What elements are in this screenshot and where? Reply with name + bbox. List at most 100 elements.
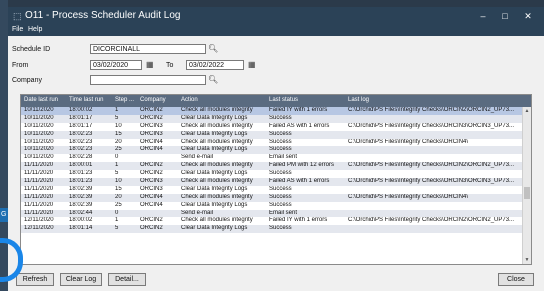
- column-header-time[interactable]: Time last run: [69, 97, 103, 103]
- table-row[interactable]: 10/11/2020 18:00:02 1 ORCIN2 Check all modul…: [21, 107, 531, 115]
- menu-help[interactable]: Help: [28, 26, 42, 33]
- table-cell: 18:00:01: [69, 162, 93, 169]
- table-cell: 25: [115, 146, 122, 153]
- table-cell: 18:02:28: [69, 154, 93, 161]
- column-header-company[interactable]: Company: [140, 97, 166, 103]
- column-header-log[interactable]: Last log: [348, 97, 369, 103]
- table-row[interactable]: 12/11/2020 18:01:14 5 ORCIN2 Clear Data Inte…: [21, 225, 531, 234]
- close-window-button[interactable]: ✕: [519, 9, 537, 23]
- table-cell: C:\Orchid\PS Files\Integrity Checks\ORCI…: [348, 138, 469, 145]
- table-row[interactable]: 11/11/2020 18:02:39 15 ORCIN3 Clear Data Int…: [21, 186, 531, 194]
- table-cell: 5: [115, 114, 119, 121]
- scroll-down-icon[interactable]: ▼: [523, 256, 531, 264]
- table-row[interactable]: 10/11/2020 18:02:23 15 ORCIN3 Clear Data Int…: [21, 130, 531, 139]
- search-icon[interactable]: 🔍︎: [208, 44, 218, 54]
- from-date-field[interactable]: 03/02/2020: [90, 60, 142, 70]
- table-cell: Clear Data Integrity Logs: [181, 225, 248, 232]
- table-cell: 18:02:23: [69, 138, 93, 145]
- table-row[interactable]: 10/11/2020 18:02:23 25 ORCIN4 Clear Data Int…: [21, 146, 531, 155]
- table-cell: 15: [115, 185, 122, 192]
- table-cell: 11/11/2020: [24, 209, 54, 216]
- schedule-id-label: Schedule ID: [12, 46, 51, 53]
- schedule-id-field[interactable]: DICORCINALL: [90, 44, 206, 54]
- minimize-button[interactable]: –: [474, 9, 492, 23]
- table-cell: Failed PM with 12 errors: [269, 162, 335, 169]
- to-date-field[interactable]: 03/02/2022: [186, 60, 244, 70]
- table-row[interactable]: 12/11/2020 18:00:02 1 ORCIN2 Check all modul…: [21, 217, 531, 225]
- scroll-up-icon[interactable]: ▲: [523, 107, 531, 115]
- table-cell: 11/11/2020: [24, 162, 54, 169]
- table-cell: 18:02:39: [69, 193, 93, 200]
- table-cell: Failed IY with 1 errors: [269, 107, 328, 113]
- background-selected-item: G: [0, 208, 8, 222]
- from-label: From: [12, 62, 29, 69]
- table-row[interactable]: 11/11/2020 18:00:01 1 ORCIN2 Check all modul…: [21, 162, 531, 171]
- title-bar: ⬚ O11 - Process Scheduler Audit Log – □ …: [8, 7, 544, 25]
- table-row[interactable]: 11/11/2020 18:01:23 5 ORCIN2 Clear Data Inte…: [21, 170, 531, 178]
- table-cell: Check all modules integrity: [181, 178, 253, 185]
- table-row[interactable]: 11/11/2020 18:02:44 0 Send e-mail Email sent: [21, 209, 531, 218]
- calendar-icon[interactable]: ▦: [248, 60, 256, 70]
- table-cell: 12/11/2020: [24, 217, 54, 224]
- table-cell: 11/11/2020: [24, 185, 54, 192]
- column-header-date[interactable]: Date last run: [24, 97, 58, 103]
- company-label: Company: [12, 77, 42, 84]
- column-header-step[interactable]: Step ...: [115, 97, 134, 103]
- table-cell: 10/11/2020: [24, 107, 54, 113]
- vertical-scrollbar[interactable]: ▲ ▼: [522, 107, 531, 264]
- table-cell: Check all modules integrity: [181, 162, 253, 169]
- table-row[interactable]: 11/11/2020 18:02:39 25 ORCIN4 Clear Data Int…: [21, 202, 531, 210]
- table-cell: ORCIN2: [140, 107, 163, 113]
- scroll-thumb[interactable]: [524, 187, 530, 199]
- close-button[interactable]: Close: [498, 273, 534, 286]
- column-header-action[interactable]: Action: [181, 97, 198, 103]
- table-row[interactable]: 10/11/2020 18:02:23 20 ORCIN4 Check all modu…: [21, 139, 531, 147]
- table-cell: C:\Orchid\PS Files\Integrity Checks\ORCI…: [348, 122, 515, 129]
- menu-bar: File Help: [8, 25, 544, 36]
- table-row[interactable]: 10/11/2020 18:02:28 0 Send e-mail Email sent: [21, 154, 531, 162]
- table-cell: ORCIN4: [140, 138, 163, 145]
- table-cell: ORCIN2: [140, 225, 163, 232]
- table-cell: 0: [115, 154, 119, 161]
- detail-button[interactable]: Detail...: [108, 273, 146, 286]
- table-cell: C:\Orchid\PS Files\Integrity Checks\ORCI…: [348, 178, 515, 185]
- table-row[interactable]: 10/11/2020 18:01:17 10 ORCIN3 Check all modu…: [21, 123, 531, 131]
- table-cell: ORCIN3: [140, 122, 163, 129]
- table-cell: 11/11/2020: [24, 201, 54, 208]
- table-cell: Failed AS with 1 errors: [269, 178, 330, 185]
- table-cell: 11/11/2020: [24, 178, 54, 185]
- column-header-status[interactable]: Last status: [269, 97, 298, 103]
- table-row[interactable]: 10/11/2020 18:01:17 5 ORCIN2 Clear Data Inte…: [21, 114, 531, 123]
- table-cell: 20: [115, 138, 122, 145]
- window-title: O11 - Process Scheduler Audit Log: [25, 10, 181, 21]
- calendar-icon[interactable]: ▦: [146, 60, 154, 70]
- table-cell: Failed AS with 1 errors: [269, 122, 330, 129]
- table-cell: C:\Orchid\PS Files\Integrity Checks\ORCI…: [348, 162, 515, 169]
- table-cell: 18:01:23: [69, 170, 93, 177]
- table-cell: Success: [269, 201, 292, 208]
- table-row[interactable]: 11/11/2020 18:01:23 10 ORCIN3 Check all modu…: [21, 178, 531, 186]
- table-cell: ORCIN2: [140, 114, 163, 121]
- clear-log-button[interactable]: Clear Log: [60, 273, 102, 286]
- table-cell: Check all modules integrity: [181, 217, 253, 224]
- refresh-button[interactable]: Refresh: [16, 273, 54, 286]
- audit-log-grid[interactable]: Date last run Time last run Step ... Com…: [20, 94, 532, 265]
- table-cell: C:\Orchid\PS Files\Integrity Checks\ORCI…: [348, 193, 469, 200]
- table-cell: 1: [115, 107, 119, 113]
- table-cell: ORCIN2: [140, 170, 163, 177]
- table-cell: ORCIN2: [140, 162, 163, 169]
- table-cell: 10/11/2020: [24, 154, 54, 161]
- table-row[interactable]: 11/11/2020 18:02:39 20 ORCIN4 Check all modu…: [21, 193, 531, 202]
- table-cell: ORCIN3: [140, 130, 163, 137]
- table-cell: Check all modules integrity: [181, 122, 253, 129]
- table-cell: Clear Data Integrity Logs: [181, 185, 248, 192]
- table-cell: 18:02:23: [69, 146, 93, 153]
- table-cell: 10: [115, 178, 122, 185]
- maximize-button[interactable]: □: [496, 9, 514, 23]
- menu-file[interactable]: File: [12, 26, 23, 33]
- table-cell: Clear Data Integrity Logs: [181, 201, 248, 208]
- table-cell: 20: [115, 193, 122, 200]
- table-cell: ORCIN4: [140, 146, 163, 153]
- company-field[interactable]: [90, 75, 206, 85]
- search-icon[interactable]: 🔍︎: [208, 75, 218, 85]
